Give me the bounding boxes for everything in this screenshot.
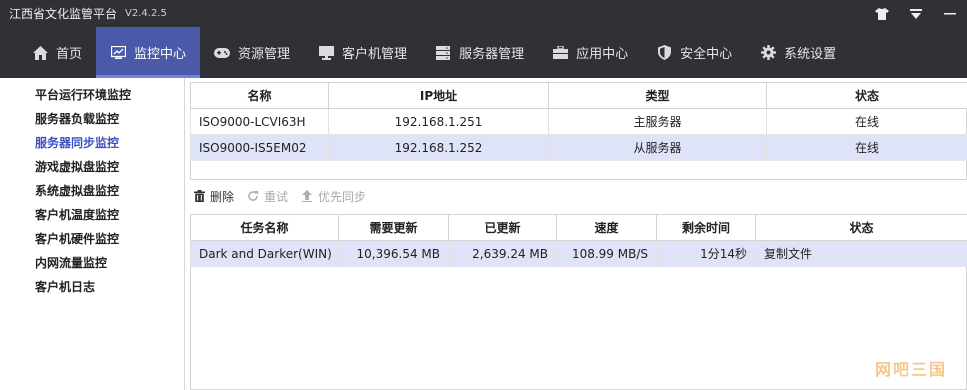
nav-security-center[interactable]: 安全中心 — [642, 27, 746, 78]
nav-client-management-label: 客户机管理 — [342, 47, 408, 62]
server-table: 名称 IP地址 类型 状态 ISO9000-LCVI63H 192.168.1.… — [190, 82, 967, 161]
nav-resource-management[interactable]: 资源管理 — [200, 27, 304, 78]
server-row[interactable]: ISO9000-LCVI63H 192.168.1.251 主服务器 在线 — [190, 108, 967, 135]
sidebar: 平台运行环境监控 服务器负载监控 服务器同步监控 游戏虚拟盘监控 系统虚拟盘监控… — [0, 78, 185, 390]
nav-client-management[interactable]: 客户机管理 — [304, 27, 421, 78]
task-row[interactable]: Dark and Darker(WIN) 10,396.54 MB 2,639.… — [190, 240, 967, 267]
nav-app-center[interactable]: 应用中心 — [538, 27, 642, 78]
sidebar-item-server-load[interactable]: 服务器负载监控 — [0, 107, 184, 131]
server-icon — [435, 45, 451, 61]
trash-icon — [192, 189, 206, 203]
minimize-button[interactable] — [933, 0, 967, 27]
arrow-up-icon — [300, 189, 314, 203]
delete-button[interactable]: 删除 — [192, 188, 234, 205]
nav-server-management[interactable]: 服务器管理 — [421, 27, 538, 78]
task-name: Dark and Darker(WIN) — [190, 240, 339, 267]
server-type: 从服务器 — [548, 134, 767, 161]
sidebar-item-client-hardware[interactable]: 客户机硬件监控 — [0, 227, 184, 251]
shield-icon — [656, 45, 672, 61]
task-table-header: 任务名称 需要更新 已更新 速度 剩余时间 状态 — [190, 214, 967, 241]
nav-monitor-center-label: 监控中心 — [134, 47, 187, 62]
main-content: 名称 IP地址 类型 状态 ISO9000-LCVI63H 192.168.1.… — [186, 78, 967, 390]
skin-button[interactable] — [865, 0, 899, 27]
column-header-name[interactable]: 名称 — [190, 82, 329, 109]
server-table-header: 名称 IP地址 类型 状态 — [190, 82, 967, 109]
app-version: V2.4.2.5 — [125, 8, 167, 19]
column-header-status[interactable]: 状态 — [766, 82, 967, 109]
server-name: ISO9000-LCVI63H — [190, 108, 329, 135]
server-row-selected[interactable]: ISO9000-IS5EM02 192.168.1.252 从服务器 在线 — [190, 134, 967, 161]
column-header-task-name[interactable]: 任务名称 — [190, 214, 339, 241]
sidebar-item-lan-traffic[interactable]: 内网流量监控 — [0, 251, 184, 275]
app-title: 江西省文化监管平台 — [9, 7, 118, 21]
main-nav: 首页 监控中心 资源管理 客户机管理 服务器管理 应用中心 安全中心 系统设置 — [0, 27, 967, 78]
column-header-ip[interactable]: IP地址 — [328, 82, 549, 109]
server-name: ISO9000-IS5EM02 — [190, 134, 329, 161]
sidebar-item-platform-env[interactable]: 平台运行环境监控 — [0, 83, 184, 107]
menu-button[interactable] — [899, 0, 933, 27]
task-speed: 108.99 MB/S — [556, 240, 657, 267]
task-need-update: 10,396.54 MB — [338, 240, 449, 267]
sidebar-item-game-vdisk[interactable]: 游戏虚拟盘监控 — [0, 155, 184, 179]
refresh-icon — [246, 189, 260, 203]
retry-button[interactable]: 重试 — [246, 188, 288, 205]
column-header-remaining[interactable]: 剩余时间 — [656, 214, 756, 241]
nav-system-settings[interactable]: 系统设置 — [746, 27, 850, 78]
nav-monitor-center[interactable]: 监控中心 — [96, 27, 201, 78]
retry-label: 重试 — [264, 189, 289, 204]
nav-home[interactable]: 首页 — [18, 27, 96, 78]
server-status: 在线 — [766, 134, 967, 161]
priority-sync-button[interactable]: 优先同步 — [300, 188, 366, 205]
sidebar-item-client-log[interactable]: 客户机日志 — [0, 275, 184, 299]
home-icon — [32, 45, 48, 61]
minimize-icon — [944, 12, 956, 14]
watermark-logo: 网吧三国 — [874, 360, 947, 379]
nav-security-center-label: 安全中心 — [680, 47, 733, 62]
gamepad-icon — [214, 45, 231, 61]
monitor-icon — [318, 45, 334, 61]
nav-resource-management-label: 资源管理 — [238, 47, 291, 62]
window-controls — [865, 0, 967, 27]
gear-icon — [760, 45, 776, 61]
nav-home-label: 首页 — [56, 47, 83, 62]
task-status: 复制文件 — [755, 240, 967, 267]
chart-icon — [110, 45, 126, 61]
sync-task-table: 任务名称 需要更新 已更新 速度 剩余时间 状态 Dark and Darker… — [190, 214, 967, 267]
server-ip: 192.168.1.251 — [328, 108, 549, 135]
task-toolbar: 删除 重试 优先同步 — [192, 184, 378, 208]
server-status: 在线 — [766, 108, 967, 135]
server-type: 主服务器 — [548, 108, 767, 135]
nav-app-center-label: 应用中心 — [576, 47, 629, 62]
column-header-need-update[interactable]: 需要更新 — [338, 214, 449, 241]
sidebar-item-system-vdisk[interactable]: 系统虚拟盘监控 — [0, 179, 184, 203]
briefcase-icon — [552, 45, 568, 61]
task-remaining: 1分14秒 — [656, 240, 756, 267]
task-updated: 2,639.24 MB — [448, 240, 557, 267]
priority-sync-label: 优先同步 — [318, 189, 367, 204]
column-header-updated[interactable]: 已更新 — [448, 214, 557, 241]
nav-server-management-label: 服务器管理 — [459, 47, 525, 62]
title-bar: 江西省文化监管平台 V2.4.2.5 — [0, 0, 967, 27]
column-header-speed[interactable]: 速度 — [556, 214, 657, 241]
column-header-type[interactable]: 类型 — [548, 82, 767, 109]
sidebar-item-server-sync[interactable]: 服务器同步监控 — [0, 131, 184, 155]
delete-label: 删除 — [210, 189, 235, 204]
server-ip: 192.168.1.252 — [328, 134, 549, 161]
sidebar-item-client-temp[interactable]: 客户机温度监控 — [0, 203, 184, 227]
column-header-task-status[interactable]: 状态 — [755, 214, 967, 241]
menu-dropdown-icon — [910, 8, 922, 19]
shirt-icon — [875, 7, 889, 20]
nav-system-settings-label: 系统设置 — [784, 47, 837, 62]
